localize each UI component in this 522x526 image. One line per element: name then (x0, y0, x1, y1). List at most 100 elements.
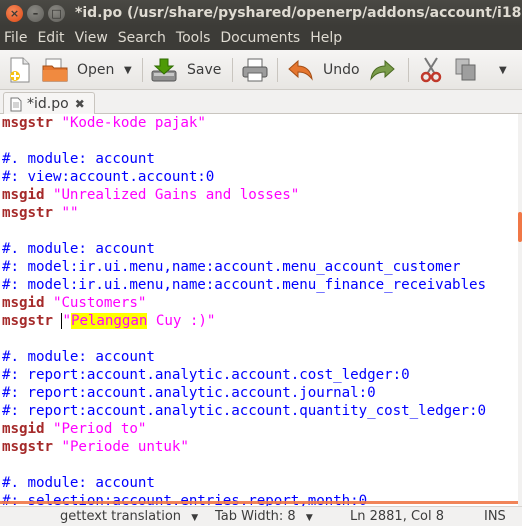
menu-tools[interactable]: Tools (171, 30, 216, 46)
code-token: msgid (2, 295, 53, 311)
vertical-scrollbar-thumb[interactable] (518, 212, 522, 242)
code-token: #. module: account (2, 241, 155, 257)
code-token: #: report:account.analytic.account.quant… (2, 403, 487, 419)
code-line: msgstr "Kode-kode pajak" (2, 114, 206, 132)
print-icon (242, 58, 268, 82)
copy-button[interactable] (455, 50, 477, 90)
code-token: "" (61, 205, 79, 221)
code-token: "Unrealized Gains and losses" (52, 187, 300, 203)
code-token: " (62, 313, 71, 329)
code-line: #: report:account.analytic.account.cost_… (2, 366, 410, 384)
save-label: Save (187, 62, 222, 78)
code-token: #: view:account.account:0 (2, 169, 215, 185)
print-button[interactable] (242, 50, 268, 90)
code-line: #: model:ir.ui.menu,name:account.menu_fi… (2, 276, 486, 294)
horizontal-scrollbar[interactable] (0, 501, 518, 504)
open-folder-icon (42, 58, 68, 82)
undo-button[interactable]: Undo (288, 50, 360, 90)
chevron-down-icon: ▼ (305, 513, 313, 523)
menu-edit[interactable]: Edit (32, 30, 69, 46)
undo-label: Undo (323, 62, 360, 78)
toolbar-separator (408, 58, 409, 82)
toolbar-separator (142, 58, 143, 82)
code-line: #. module: account (2, 474, 155, 492)
undo-icon (288, 59, 313, 81)
code-token: "Period to" (52, 421, 147, 437)
close-window-icon[interactable]: × (6, 4, 23, 22)
code-token: msgstr (2, 115, 62, 131)
code-token: Cuy :)" (147, 313, 216, 329)
code-line: msgstr "" (2, 204, 78, 222)
code-line: msgid "Customers" (2, 294, 146, 312)
toolbar-overflow-button[interactable]: ▼ (499, 50, 507, 90)
chevron-down-icon: ▼ (124, 64, 132, 76)
code-line: #: report:account.analytic.account.journ… (2, 384, 376, 402)
code-token: #: report:account.analytic.account.journ… (2, 385, 376, 401)
code-line: #: model:ir.ui.menu,name:account.menu_ac… (2, 258, 461, 276)
tab-label: *id.po (27, 96, 69, 112)
redo-icon (370, 59, 395, 81)
tab-width-label: Tab Width: 8 (215, 509, 296, 524)
menu-view[interactable]: View (70, 30, 113, 46)
status-bar: gettext translation ▼ Tab Width: 8 ▼ Ln … (0, 506, 522, 526)
code-token: #: model:ir.ui.menu,name:account.menu_ac… (2, 259, 461, 275)
copy-icon (455, 58, 476, 81)
maximize-window-icon[interactable]: □ (48, 4, 65, 22)
minimize-window-icon[interactable]: – (27, 4, 44, 22)
cut-icon (420, 57, 442, 83)
code-line: #. module: account (2, 150, 155, 168)
text-editor[interactable]: msgstr "Kode-kode pajak" #. module: accou… (0, 114, 518, 506)
toolbar: Open ▼ Save Undo ▼ (0, 50, 522, 90)
code-token: msgid (2, 421, 53, 437)
code-token: msgstr (2, 313, 62, 329)
toolbar-separator (277, 58, 278, 82)
title-bar: × – □ *id.po (/usr/share/pyshared/opener… (0, 0, 522, 26)
save-icon (151, 58, 177, 82)
language-label: gettext translation (60, 509, 182, 524)
tab-bar: *id.po ✖ (0, 90, 522, 115)
code-line: #: view:account.account:0 (2, 168, 214, 186)
menu-search[interactable]: Search (113, 30, 171, 46)
chevron-down-icon: ▼ (499, 64, 507, 76)
code-token: msgstr (2, 205, 62, 221)
code-line: msgid "Unrealized Gains and losses" (2, 186, 299, 204)
code-token: msgid (2, 187, 53, 203)
code-line: msgid "Period to" (2, 420, 146, 438)
code-token: #. module: account (2, 151, 155, 167)
tab-width-selector[interactable]: Tab Width: 8 ▼ (215, 507, 313, 526)
menu-documents[interactable]: Documents (215, 30, 305, 46)
toolbar-separator (232, 58, 233, 82)
code-token: #. module: account (2, 475, 155, 491)
open-button[interactable]: Open (42, 50, 114, 90)
open-label: Open (77, 62, 115, 78)
code-token: "Periode untuk" (61, 439, 189, 455)
redo-button[interactable] (369, 50, 395, 90)
code-line: #: report:account.analytic.account.quant… (2, 402, 486, 420)
insert-mode: INS (484, 509, 506, 524)
code-token: #. module: account (2, 349, 155, 365)
tab-id-po[interactable]: *id.po ✖ (3, 92, 95, 115)
new-document-icon (10, 57, 30, 83)
save-button[interactable]: Save (151, 50, 221, 90)
open-recent-dropdown[interactable]: ▼ (124, 50, 132, 90)
new-document-button[interactable] (8, 50, 32, 90)
code-line: #. module: account (2, 240, 155, 258)
vertical-scrollbar[interactable] (518, 114, 522, 506)
code-token: #: model:ir.ui.menu,name:account.menu_fi… (2, 277, 487, 293)
code-token: msgstr (2, 439, 62, 455)
window-title: *id.po (/usr/share/pyshared/openerp/addo… (75, 5, 522, 21)
menu-file[interactable]: File (0, 30, 32, 46)
menu-bar: File Edit View Search Tools Documents He… (0, 26, 522, 50)
code-line: msgstr "Pelanggan Cuy :)" (2, 312, 215, 330)
document-icon (10, 97, 22, 111)
menu-help[interactable]: Help (305, 30, 347, 46)
code-token: #: selection:account.entries.report,mont… (2, 493, 368, 506)
code-token: "Kode-kode pajak" (61, 115, 206, 131)
chevron-down-icon: ▼ (191, 513, 199, 523)
language-selector[interactable]: gettext translation ▼ (60, 507, 198, 526)
close-tab-icon[interactable]: ✖ (75, 97, 85, 111)
code-token: "Customers" (52, 295, 147, 311)
cursor-position: Ln 2881, Col 8 (350, 509, 445, 524)
cut-button[interactable] (420, 50, 442, 90)
code-token: #: report:account.analytic.account.cost_… (2, 367, 410, 383)
